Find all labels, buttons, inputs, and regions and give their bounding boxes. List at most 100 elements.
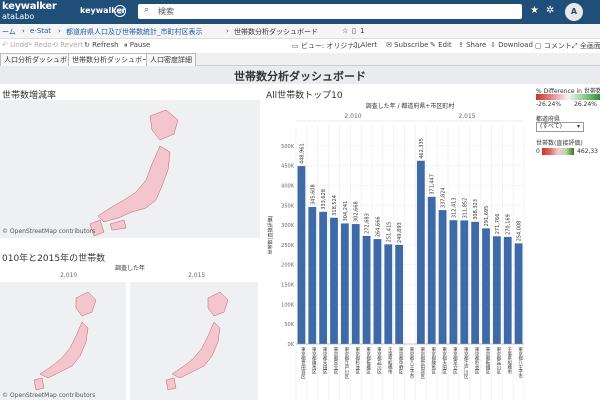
households-legend-title: 世帯数(直接評価): [536, 140, 583, 147]
bar-value-label: 249,893: [397, 222, 403, 243]
japan-map-svg: [89, 109, 179, 237]
y-tick-label: 100K: [281, 302, 295, 308]
y-axis-label: 世帯数(直接評価): [267, 216, 274, 255]
alert-icon[interactable]: ▲: [513, 5, 521, 16]
x-category-label: 東京都練馬区: [311, 346, 316, 375]
kyushu-shape: [165, 377, 177, 391]
bar: [319, 211, 328, 344]
x-category-label: 千葉県船橋市: [387, 346, 392, 376]
hokkaido-shape: [75, 291, 97, 317]
bar-value-label: 337,824: [441, 187, 447, 208]
bar: [503, 236, 512, 344]
subscribe-button[interactable]: ✉ Subscribe: [386, 41, 429, 49]
x-category-label: 東京都板橋区: [485, 346, 490, 375]
x-category-label: 東京都世田谷区: [300, 346, 305, 379]
bar: [373, 239, 382, 344]
bar-value-label: 371,447: [430, 174, 436, 195]
revert-button[interactable]: ⟲ Revert: [52, 41, 83, 49]
breadcrumb-home[interactable]: ーム: [2, 27, 16, 37]
y-tick-label: 300K: [281, 223, 295, 229]
x-category-label: 東京都杉並区: [355, 346, 360, 375]
bar: [492, 236, 501, 344]
kyushu-shape: [33, 377, 45, 391]
households-2015-map[interactable]: [130, 282, 258, 400]
bar: [384, 244, 393, 344]
top10-bar-chart[interactable]: 調査した年 / 都道府県+市区町村 2,010 2,015 0K 50K 100K 150K…: [266, 100, 530, 400]
site-switch-icon[interactable]: ◎: [114, 5, 126, 17]
x-category-label: 東京都世田谷区: [420, 346, 425, 379]
undo-button[interactable]: ↶ Undo: [2, 41, 28, 49]
x-category-label: 東京都品川区: [376, 346, 381, 375]
star-icon[interactable]: ★: [530, 5, 539, 16]
x-category-label: 東京都江戸川区: [463, 346, 468, 379]
toolbar: ↶ Undo ↷ Redo ⟲ Revert ↻ Refresh ⏸ Pause…: [0, 39, 600, 54]
bar-value-label: 308,323: [473, 199, 479, 220]
breadcrumb-separator: ›: [226, 27, 229, 35]
osm-credit: © OpenStreetMap contributors: [2, 392, 96, 399]
redo-button[interactable]: ↷ Redo: [26, 41, 52, 49]
breadcrumb-estat[interactable]: e-Stat: [30, 27, 51, 35]
households-max-label: 462,33: [577, 148, 598, 155]
bar: [482, 228, 490, 344]
y-tick-label: 150K: [281, 283, 295, 289]
bar-value-label: 311,852: [462, 198, 468, 219]
refresh-button[interactable]: ↻ Refresh: [84, 41, 119, 49]
households-min-label: 0: [536, 148, 540, 155]
breadcrumb-separator: ›: [58, 27, 61, 35]
bar: [362, 235, 371, 344]
tab-density[interactable]: 人口密度詳細: [146, 53, 196, 66]
top-nav: keywalker ataLabo keywalker ◎ ⌕ 検索 ▲ ★ ✲…: [0, 0, 600, 24]
bar: [340, 223, 349, 344]
y-tick-label: 400K: [281, 183, 295, 189]
search-input[interactable]: ⌕ 検索: [138, 4, 522, 19]
hokkaido-shape: [207, 291, 229, 317]
download-button[interactable]: ⇩ Download: [490, 41, 533, 49]
y-tick-label: 350K: [281, 203, 295, 209]
comment-button[interactable]: ▢ コメント: [535, 41, 572, 51]
households-color-ramp: [542, 148, 574, 155]
version-icon[interactable]: ▯: [352, 27, 356, 35]
bar-value-label: 251,415: [386, 222, 392, 243]
prefecture-filter-select[interactable]: (すべて) ▾: [536, 122, 584, 132]
share-button[interactable]: ⇪ Share: [458, 41, 486, 49]
bar: [427, 196, 436, 344]
bar-value-label: 312,413: [451, 197, 457, 218]
edit-button[interactable]: ✎ Edit: [430, 41, 452, 49]
x-category-label: 東京都足立区: [333, 346, 338, 375]
japan-map-2010-svg: [33, 291, 97, 391]
breadcrumb: ーム › e-Stat › 都道府県人口及び世帯数統計_市町村区表示 › 世帯数…: [0, 24, 600, 39]
x-category-label: 東京都足立区: [452, 346, 457, 375]
x-category-label: 東京都中野区: [398, 346, 403, 375]
search-icon: ⌕: [144, 5, 150, 15]
chevron-down-icon: ▾: [576, 123, 580, 130]
breadcrumb-workbook[interactable]: 都道府県人口及び世帯数統計_市町村区表示: [66, 27, 203, 37]
favorite-star-icon[interactable]: ☆: [342, 27, 348, 35]
households-2010-map[interactable]: © OpenStreetMap contributors: [0, 282, 126, 400]
pause-button[interactable]: ⏸ Pause: [124, 41, 150, 50]
fullscreen-button[interactable]: ⤢ 全画面: [572, 41, 600, 51]
pct-color-ramp: [536, 94, 600, 100]
bar: [297, 166, 306, 344]
x-category-label: 東京都大田区: [322, 346, 327, 375]
years-header: 調査した年: [114, 265, 145, 272]
x-category-label: 千葉県船橋市: [507, 346, 512, 376]
prefecture-filter-value: (すべて): [540, 123, 563, 130]
avatar[interactable]: A: [565, 3, 583, 21]
x-category-label: 東京都練馬区: [431, 346, 436, 375]
honshu-shape: [39, 321, 89, 379]
group-label: 2,015: [458, 113, 475, 120]
y-tick-label: 200K: [281, 263, 295, 269]
alert-button[interactable]: ♫ Alert: [352, 41, 377, 49]
bar: [308, 207, 317, 344]
bar-value-label: 333,628: [321, 189, 327, 210]
bar-value-label: 302,668: [354, 201, 360, 222]
y-tick-label: 450K: [281, 164, 295, 170]
year-2015-label: 2,015: [188, 272, 206, 279]
chart-header: 調査した年 / 都道府県+市区町村: [366, 102, 455, 110]
dashboard-title-bar: 世帯数分析ダッシュボード: [0, 66, 600, 84]
household-change-map[interactable]: © OpenStreetMap contributors: [0, 100, 260, 238]
bar-value-label: 264,666: [375, 216, 381, 237]
settings-icon[interactable]: ✲: [546, 5, 554, 16]
bar: [449, 220, 458, 344]
group-label: 2,010: [344, 113, 361, 120]
